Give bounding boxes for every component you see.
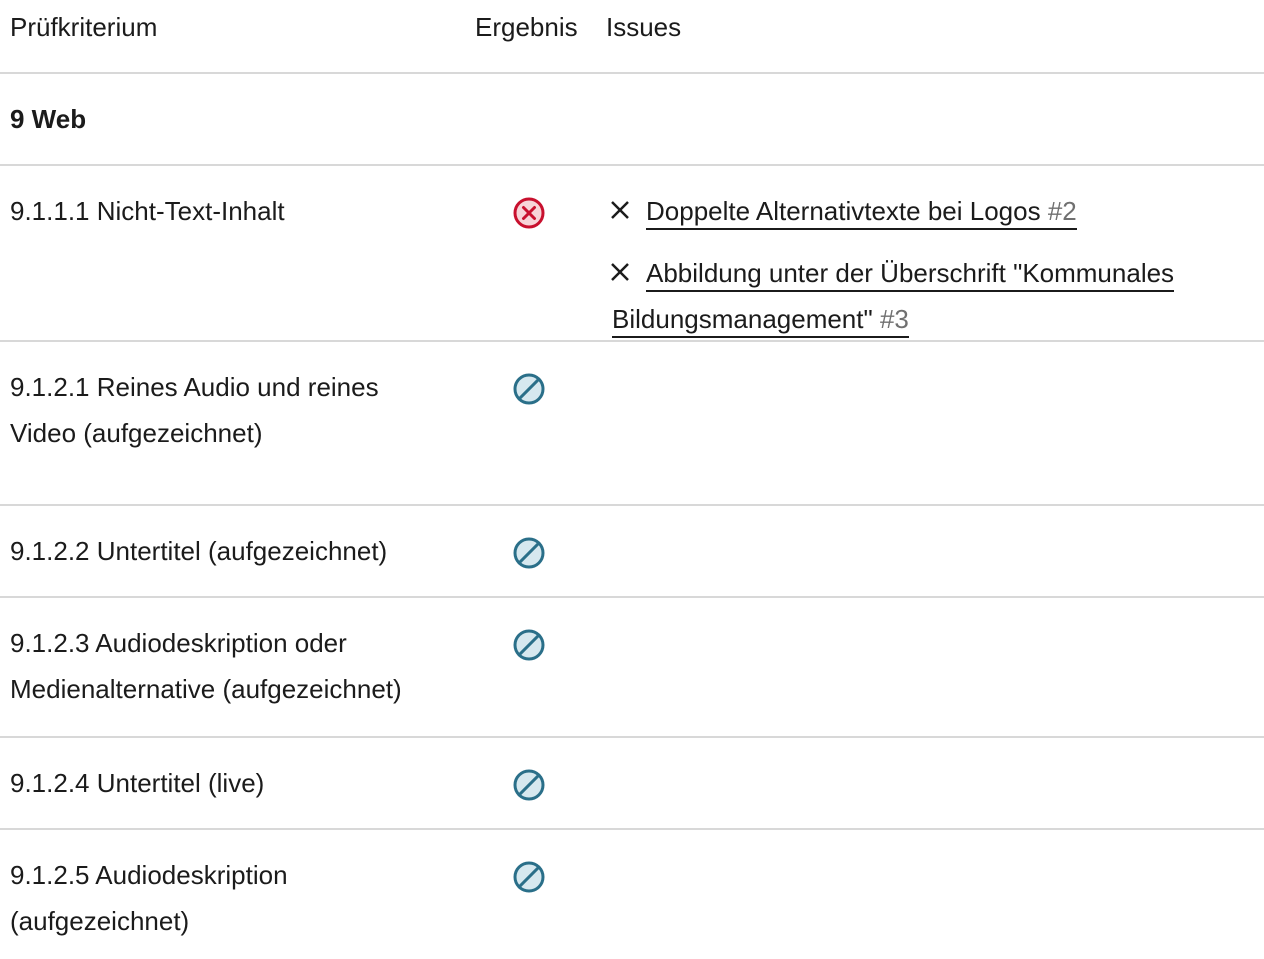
issue-link[interactable]: Doppelte Alternativtexte bei Logos #2: [646, 196, 1077, 230]
column-header-issues: Issues: [606, 12, 682, 42]
fail-icon: [512, 196, 546, 230]
table-row: 9.1.2.5 Audiodeskription (aufgezeichnet): [0, 830, 1264, 959]
issue-number: #2: [1047, 196, 1077, 226]
not-applicable-icon: [512, 860, 546, 894]
column-header-criterion: Prüfkriterium: [10, 12, 158, 42]
issue-item-continued: Bildungsmanagement" #3: [612, 296, 1246, 342]
not-applicable-icon: [512, 536, 546, 570]
table-row: 9.1.2.1 Reines Audio und reines Video (a…: [0, 342, 1264, 506]
criterion-label: 9.1.2.5 Audiodeskription (aufgezeichnet): [10, 860, 288, 936]
section-heading: 9 Web: [10, 104, 87, 134]
criterion-label: 9.1.2.1 Reines Audio und reines Video (a…: [10, 372, 379, 448]
table-row: 9.1.2.2 Untertitel (aufgezeichnet): [0, 506, 1264, 598]
not-applicable-icon: [512, 768, 546, 802]
close-icon: [606, 258, 634, 286]
table-row: 9.1.2.3 Audiodeskription oder Medienalte…: [0, 598, 1264, 738]
table-row: 9.1.2.4 Untertitel (live): [0, 738, 1264, 830]
issue-link[interactable]: Bildungsmanagement" #3: [612, 304, 909, 338]
column-header-result: Ergebnis: [475, 12, 578, 42]
table-row: 9.1.1.1 Nicht-Text-Inhalt Doppelte Alter…: [0, 166, 1264, 342]
criterion-label: 9.1.2.4 Untertitel (live): [10, 768, 265, 798]
criterion-label: 9.1.1.1 Nicht-Text-Inhalt: [10, 196, 285, 226]
issue-number: #3: [879, 304, 909, 334]
criterion-label: 9.1.2.3 Audiodeskription oder Medienalte…: [10, 628, 402, 704]
close-icon: [606, 196, 634, 224]
criterion-label: 9.1.2.2 Untertitel (aufgezeichnet): [10, 536, 388, 566]
section-row: 9 Web: [0, 74, 1264, 166]
issues-list: Doppelte Alternativtexte bei Logos #2 Ab…: [606, 188, 1246, 342]
not-applicable-icon: [512, 372, 546, 406]
table-header: Prüfkriterium Ergebnis Issues: [0, 0, 1264, 74]
issue-item: Doppelte Alternativtexte bei Logos #2: [606, 188, 1246, 234]
not-applicable-icon: [512, 628, 546, 662]
issue-link[interactable]: Abbildung unter der Überschrift "Kommuna…: [646, 258, 1175, 292]
issue-item: Abbildung unter der Überschrift "Kommuna…: [606, 250, 1246, 296]
audit-table: Prüfkriterium Ergebnis Issues 9 Web 9.1.…: [0, 0, 1264, 959]
